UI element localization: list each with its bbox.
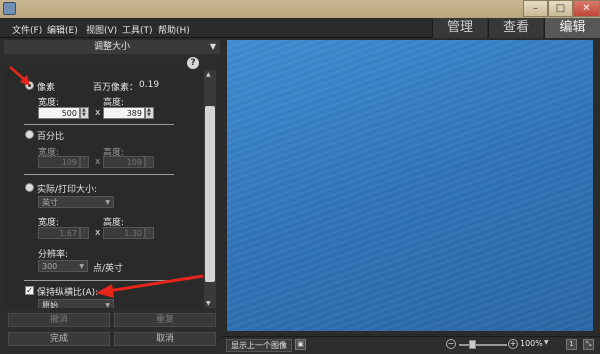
tab-edit[interactable]: 编辑 bbox=[544, 18, 600, 38]
resolution-value: 300 bbox=[42, 262, 58, 271]
help-icon[interactable]: ? bbox=[187, 57, 199, 69]
zoom-in-icon[interactable]: + bbox=[508, 339, 518, 349]
megapixels-label: 百万像素： bbox=[93, 83, 139, 93]
resolution-select[interactable]: 300 ▼ bbox=[38, 260, 88, 272]
show-previous-image-button[interactable]: 显示上一个图像 bbox=[226, 339, 292, 352]
chevron-down-icon[interactable]: ▼ bbox=[544, 339, 549, 346]
aspect-select[interactable]: 原始 ▼ bbox=[38, 299, 114, 308]
maximize-button[interactable]: □ bbox=[548, 0, 573, 17]
percent-width-input[interactable]: 109 bbox=[38, 156, 80, 168]
print-width-input[interactable]: 1.67 bbox=[38, 227, 80, 239]
aspect-value: 原始 bbox=[42, 301, 58, 308]
tab-manage[interactable]: 管理 bbox=[432, 18, 487, 38]
panel-scrollbar[interactable]: ▲ ▼ bbox=[204, 70, 216, 308]
pixels-width-stepper[interactable] bbox=[80, 107, 89, 119]
print-size-radio[interactable] bbox=[25, 183, 34, 192]
chevron-down-icon: ▼ bbox=[105, 199, 110, 206]
menu-view[interactable]: 视图(V) bbox=[86, 23, 117, 36]
divider bbox=[24, 174, 174, 175]
scroll-up-icon[interactable]: ▲ bbox=[206, 71, 211, 78]
times-sign: x bbox=[95, 157, 101, 167]
redo-button[interactable]: 重复 bbox=[114, 313, 216, 327]
keep-aspect-checkbox[interactable]: ✓ bbox=[25, 286, 34, 295]
unit-select[interactable]: 英寸 ▼ bbox=[38, 196, 114, 208]
preview-image bbox=[227, 40, 593, 331]
times-sign: x bbox=[95, 108, 101, 118]
zoom-out-icon[interactable]: − bbox=[446, 339, 456, 349]
percent-height-stepper[interactable] bbox=[145, 156, 154, 168]
fit-window-icon[interactable]: ⤡ bbox=[583, 339, 594, 350]
keep-aspect-label: 保持纵横比(A): bbox=[37, 288, 99, 298]
print-width-stepper[interactable] bbox=[80, 227, 89, 239]
print-height-stepper[interactable] bbox=[145, 227, 154, 239]
times-sign: x bbox=[95, 228, 101, 238]
tab-view[interactable]: 查看 bbox=[488, 18, 543, 38]
print-height-input[interactable]: 1.30 bbox=[103, 227, 145, 239]
panel-title: 调整大小 bbox=[93, 42, 130, 52]
percent-width-stepper[interactable] bbox=[80, 156, 89, 168]
menu-tools[interactable]: 工具(T) bbox=[122, 23, 153, 36]
resolution-label: 分辨率: bbox=[38, 250, 69, 260]
pixels-radio[interactable] bbox=[25, 81, 34, 90]
actual-size-icon[interactable]: 1 bbox=[566, 339, 577, 350]
divider bbox=[24, 124, 174, 125]
close-button[interactable]: ✕ bbox=[573, 0, 600, 17]
undo-button[interactable]: 撤消 bbox=[8, 313, 110, 327]
panel-header[interactable]: 调整大小 ▼ bbox=[4, 40, 220, 54]
percent-radio[interactable] bbox=[25, 130, 34, 139]
percent-label: 百分比 bbox=[37, 132, 65, 142]
print-size-label: 实际/打印大小: bbox=[37, 185, 98, 195]
scrollbar-thumb[interactable] bbox=[205, 106, 215, 282]
percent-height-input[interactable]: 109 bbox=[103, 156, 145, 168]
scroll-down-icon[interactable]: ▼ bbox=[206, 300, 211, 307]
divider bbox=[24, 280, 174, 281]
menu-help[interactable]: 帮助(H) bbox=[158, 23, 190, 36]
chevron-down-icon: ▼ bbox=[79, 263, 84, 270]
pixels-label: 像素 bbox=[37, 83, 56, 93]
cancel-button[interactable]: 取消 bbox=[114, 332, 216, 346]
compare-icon[interactable]: ▣ bbox=[295, 339, 306, 350]
minimize-button[interactable]: – bbox=[523, 0, 548, 17]
done-button[interactable]: 完成 bbox=[8, 332, 110, 346]
menu-file[interactable]: 文件(F) bbox=[12, 23, 42, 36]
chevron-down-icon: ▼ bbox=[105, 302, 110, 308]
pixels-height-input[interactable]: 389 bbox=[103, 107, 145, 119]
menu-edit[interactable]: 编辑(E) bbox=[47, 23, 78, 36]
resolution-unit: 点/英寸 bbox=[93, 264, 124, 274]
pixels-width-input[interactable]: 500 bbox=[38, 107, 80, 119]
resize-options: 像素 百万像素： 0.19 宽度: 高度: 500 x 389 百分比 宽度: … bbox=[4, 70, 202, 308]
zoom-slider-thumb[interactable] bbox=[469, 340, 476, 349]
pixels-height-stepper[interactable] bbox=[145, 107, 154, 119]
zoom-slider-track[interactable] bbox=[459, 344, 507, 346]
app-icon bbox=[3, 2, 16, 15]
megapixels-value: 0.19 bbox=[139, 80, 160, 90]
unit-value: 英寸 bbox=[42, 198, 58, 207]
title-bar bbox=[0, 0, 600, 18]
chevron-down-icon: ▼ bbox=[209, 42, 216, 51]
